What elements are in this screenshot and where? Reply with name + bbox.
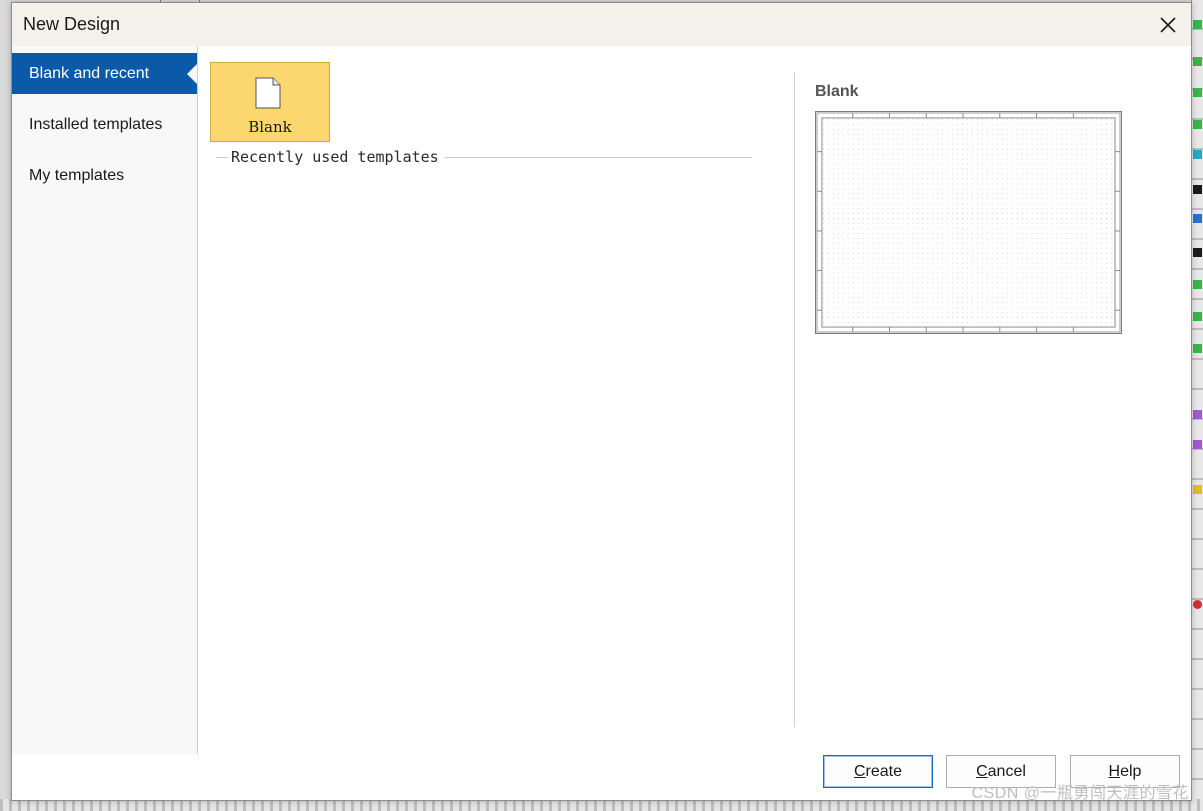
create-mnemonic: C: [853, 762, 866, 780]
template-category-nav: Blank and recent Installed templates My …: [12, 46, 198, 754]
section-divider: [216, 156, 228, 158]
background-toolbar-icon: [1193, 57, 1202, 66]
nav-item-my-templates[interactable]: My templates: [12, 155, 197, 196]
background-toolbar-icon: [1193, 440, 1202, 449]
dialog-titlebar: New Design: [12, 3, 1191, 46]
preview-divider: [794, 72, 795, 727]
template-gallery: Blank Recently used templates: [199, 46, 795, 754]
cancel-button-label: Cancel: [976, 763, 1026, 781]
background-toolbar-icon: [1193, 280, 1202, 289]
nav-item-label: Blank and recent: [29, 64, 150, 82]
watermark: CSDN @一瓶勇闯天涯的雪花: [971, 785, 1189, 802]
help-label-rest: elp: [1120, 762, 1142, 780]
nav-item-label: Installed templates: [29, 115, 163, 133]
background-toolbar-icon: [1193, 312, 1202, 321]
nav-item-blank-and-recent[interactable]: Blank and recent: [12, 53, 197, 94]
background-toolbar-icon: [1193, 600, 1202, 609]
new-design-dialog: New Design Blank and recent Installed te…: [11, 2, 1192, 801]
background-toolbar-icon: [1193, 150, 1202, 159]
create-label-rest: reate: [865, 762, 903, 780]
section-label: Recently used templates: [231, 148, 439, 166]
create-button[interactable]: Create: [823, 755, 933, 788]
create-button-label: Create: [854, 763, 902, 781]
nav-item-installed-templates[interactable]: Installed templates: [12, 104, 197, 145]
background-toolbar-icon: [1193, 248, 1202, 257]
close-button[interactable]: [1145, 3, 1191, 46]
background-toolbar-strip: [1191, 0, 1203, 811]
document-icon: [255, 77, 281, 109]
section-divider: [444, 156, 752, 158]
nav-item-label: My templates: [29, 166, 125, 184]
background-toolbar-icon: [1193, 88, 1202, 97]
preview-title: Blank: [815, 83, 859, 100]
background-toolbar-icon: [1193, 20, 1202, 29]
help-button-label: Help: [1109, 763, 1142, 781]
background-toolbar-icon: [1193, 120, 1202, 129]
recently-used-section-header: Recently used templates: [216, 148, 752, 166]
cancel-mnemonic: C: [976, 762, 988, 780]
background-toolbar-icon: [1193, 214, 1202, 223]
cancel-label-rest: ancel: [987, 762, 1026, 780]
dialog-title: New Design: [23, 14, 121, 34]
background-toolbar-icon: [1193, 485, 1202, 494]
template-tile-label: Blank: [248, 118, 292, 136]
background-toolbar-icon: [1193, 185, 1202, 194]
close-icon: [1160, 16, 1176, 33]
blank-sheet-preview: [816, 112, 1121, 333]
background-toolbar-icon: [1193, 410, 1202, 419]
help-mnemonic: H: [1108, 762, 1121, 780]
background-toolbar-icon: [1193, 344, 1202, 353]
template-tile-blank[interactable]: Blank: [210, 62, 330, 142]
template-preview: [815, 111, 1122, 334]
